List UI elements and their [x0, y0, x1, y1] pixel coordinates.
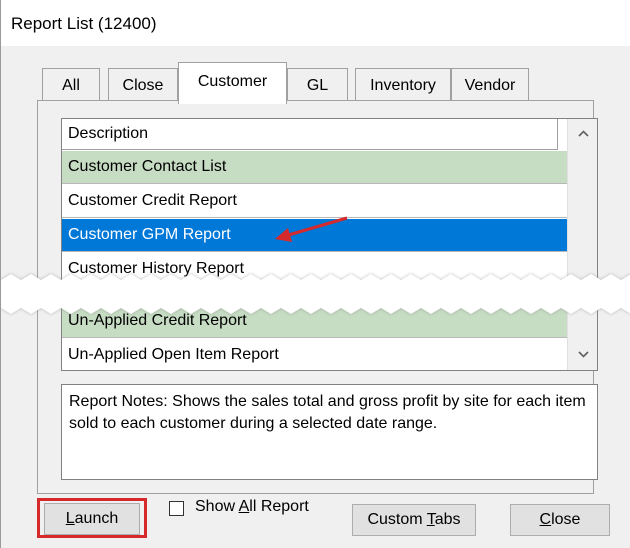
report-notes-text: Report Notes: Shows the sales total and …: [69, 393, 586, 432]
column-header-description[interactable]: Description: [62, 119, 558, 150]
list-item-label: Un-Applied Open Item Report: [68, 346, 279, 363]
list-item-label: Customer Credit Report: [68, 192, 237, 209]
custom-tabs-button[interactable]: Custom Tabs: [352, 504, 476, 536]
list-item-label: Customer History Report: [68, 260, 245, 277]
show-all-report-label[interactable]: Show All Report: [195, 498, 309, 516]
window-title: Report List (12400): [11, 14, 157, 33]
button-mnemonic: L: [65, 510, 75, 527]
chevron-up-icon: [578, 130, 589, 137]
chevron-down-icon: [578, 351, 589, 358]
tab-customer[interactable]: Customer: [178, 62, 287, 104]
list-item-label: Customer GPM Report: [68, 226, 231, 243]
report-list[interactable]: Description Customer Contact List Custom…: [61, 118, 598, 371]
list-item[interactable]: Customer Contact List: [62, 151, 568, 184]
tab-label: Close: [122, 77, 164, 94]
scroll-up-button[interactable]: [568, 119, 597, 149]
label-suffix: ll Report: [249, 498, 309, 515]
tab-all[interactable]: All: [42, 68, 100, 104]
scroll-down-button[interactable]: [568, 340, 597, 370]
report-notes: Report Notes: Shows the sales total and …: [61, 384, 598, 480]
tab-vendor[interactable]: Vendor: [451, 68, 529, 104]
button-label-prefix: Custom: [367, 511, 427, 528]
button-label-suffix: abs: [434, 511, 461, 528]
show-all-report-checkbox[interactable]: [169, 501, 184, 516]
close-button[interactable]: Close: [510, 504, 610, 536]
tab-label: Customer: [197, 73, 268, 90]
list-item-label: Un-Applied Credit Report: [68, 312, 247, 329]
tab-label: GL: [306, 77, 329, 94]
title-bar: Report List (12400): [1, 0, 630, 46]
launch-button[interactable]: Launch: [44, 503, 140, 535]
report-list-window: Report List (12400) All Close Customer G…: [0, 0, 630, 548]
tab-gl[interactable]: GL: [287, 68, 348, 104]
tab-label: Vendor: [464, 77, 516, 94]
tab-label: All: [62, 77, 80, 94]
list-item[interactable]: Customer History Report: [62, 253, 568, 286]
button-mnemonic: C: [539, 511, 552, 528]
tab-close[interactable]: Close: [108, 68, 178, 104]
column-header-label: Description: [68, 125, 149, 142]
label-prefix: Show: [195, 498, 239, 515]
tab-inventory[interactable]: Inventory: [355, 68, 451, 104]
button-label-suffix: aunch: [74, 510, 119, 527]
list-item[interactable]: Un-Applied Open Item Report: [62, 339, 568, 370]
list-item[interactable]: Un-Applied Credit Report: [62, 305, 568, 338]
red-arrow-icon: [275, 216, 348, 242]
button-label-suffix: lose: [551, 511, 581, 528]
label-mnemonic: A: [238, 498, 250, 515]
tab-label: Inventory: [370, 77, 436, 94]
button-mnemonic: T: [426, 511, 435, 528]
vertical-scrollbar[interactable]: [567, 119, 597, 370]
list-item-label: Customer Contact List: [68, 158, 227, 175]
